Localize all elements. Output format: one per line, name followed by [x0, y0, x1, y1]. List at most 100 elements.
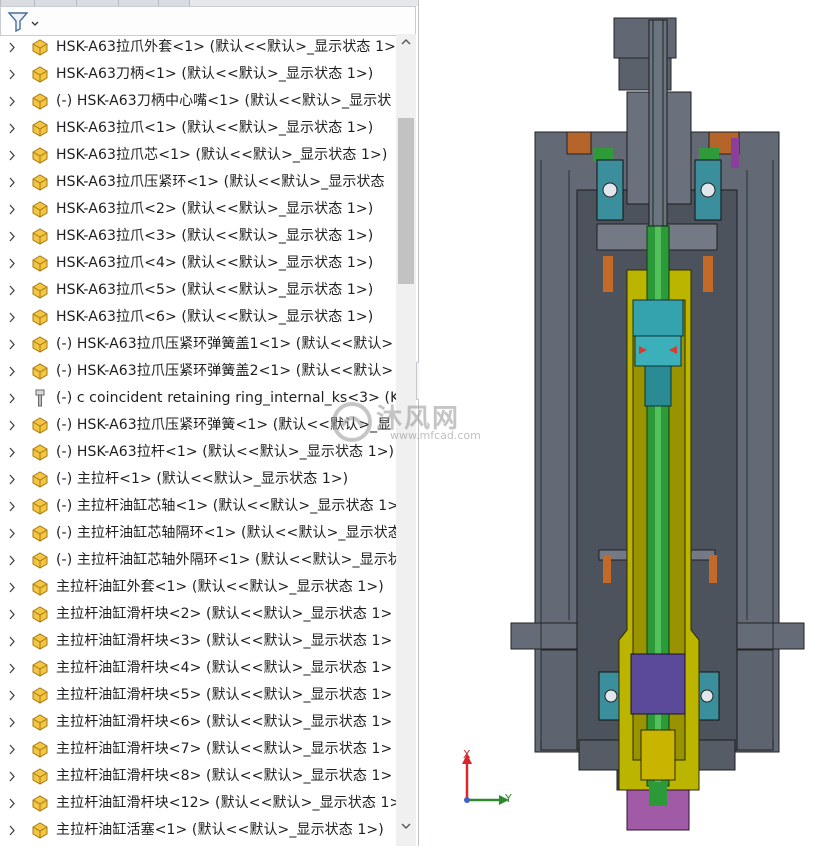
tree-item[interactable]: HSK-A63拉爪<6> (默认<<默认>_显示状态 1>) [0, 304, 396, 331]
tree-item-label: HSK-A63拉爪<1> (默认<<默认>_显示状态 1>) [56, 120, 374, 136]
tree-item[interactable]: (-) HSK-A63拉杆<1> (默认<<默认>_显示状态 1>) [0, 439, 396, 466]
tree-item-label: HSK-A63拉爪压紧环<1> (默认<<默认>_显示状态 [56, 174, 385, 190]
tree-item-label: HSK-A63拉爪<5> (默认<<默认>_显示状态 1>) [56, 282, 374, 298]
tree-item-label: 主拉杆油缸滑杆块<2> (默认<<默认>_显示状态 1> [56, 606, 393, 622]
tree-item[interactable]: 主拉杆油缸滑杆块<5> (默认<<默认>_显示状态 1> [0, 682, 396, 709]
part-icon [30, 442, 50, 462]
triad-x-label: X [463, 748, 471, 761]
part-icon [30, 64, 50, 84]
tree-item[interactable]: (-) 主拉杆油缸芯轴外隔环<1> (默认<<默认>_显示状 [0, 547, 396, 574]
tree-item[interactable]: HSK-A63拉爪<1> (默认<<默认>_显示状态 1>) [0, 115, 396, 142]
tree-item[interactable]: (-) 主拉杆油缸芯轴<1> (默认<<默认>_显示状态 1> [0, 493, 396, 520]
tree-item-label: HSK-A63拉爪<4> (默认<<默认>_显示状态 1>) [56, 255, 374, 271]
part-icon [30, 91, 50, 111]
tree-item-label: (-) c coincident retaining ring_internal… [56, 390, 396, 406]
tree-item-label: HSK-A63拉爪<6> (默认<<默认>_显示状态 1>) [56, 309, 374, 325]
tree-item[interactable]: HSK-A63刀柄<1> (默认<<默认>_显示状态 1>) [0, 61, 396, 88]
part-icon [30, 766, 50, 786]
tree-item-label: (-) HSK-A63拉爪压紧环弹簧盖1<1> (默认<<默认> [56, 336, 394, 352]
tree-item-label: 主拉杆油缸滑杆块<7> (默认<<默认>_显示状态 1> [56, 741, 393, 757]
triad-y-label: Y [505, 792, 512, 805]
part-icon [30, 577, 50, 597]
toolbox-part-icon [30, 388, 50, 408]
graphics-area[interactable]: 沐风网 www.mfcad.com [332, 0, 820, 846]
part-icon [30, 172, 50, 192]
tree-item-label: 主拉杆油缸滑杆块<8> (默认<<默认>_显示状态 1> [56, 768, 393, 784]
tree-item[interactable]: (-) 主拉杆<1> (默认<<默认>_显示状态 1>) [0, 466, 396, 493]
part-icon [30, 496, 50, 516]
part-icon [30, 820, 50, 840]
tree-item-label: (-) HSK-A63拉杆<1> (默认<<默认>_显示状态 1>) [56, 444, 395, 460]
tree-item[interactable]: (-) HSK-A63拉爪压紧环弹簧盖2<1> (默认<<默认> [0, 358, 396, 385]
feature-tree-panel: HSK-A63拉爪外套<1> (默认<<默认>_显示状态 1> HSK-A63刀柄… [0, 0, 419, 846]
tree-item-label: 主拉杆油缸外套<1> (默认<<默认>_显示状态 1>) [56, 579, 384, 595]
part-icon [30, 280, 50, 300]
tree-item-label: (-) HSK-A63拉爪压紧环弹簧盖2<1> (默认<<默认> [56, 363, 394, 379]
tree-filter-bar[interactable] [0, 6, 416, 36]
part-icon [30, 145, 50, 165]
part-icon [30, 793, 50, 813]
scroll-up-arrow-icon[interactable] [396, 34, 416, 50]
scroll-down-arrow-icon[interactable] [396, 818, 416, 834]
tree-item[interactable]: 主拉杆油缸滑杆块<6> (默认<<默认>_显示状态 1> [0, 709, 396, 736]
part-icon [30, 469, 50, 489]
scroll-thumb[interactable] [398, 118, 414, 284]
expand-arrow-icon[interactable] [7, 817, 17, 846]
part-icon [30, 712, 50, 732]
tree-list: HSK-A63拉爪外套<1> (默认<<默认>_显示状态 1> HSK-A63刀柄… [0, 34, 396, 846]
tree-item-label: (-) 主拉杆油缸芯轴外隔环<1> (默认<<默认>_显示状 [56, 552, 396, 568]
coordinate-triad: X Y [455, 748, 525, 808]
tree-item[interactable]: (-) HSK-A63拉爪压紧环弹簧<1> (默认<<默认>_显 [0, 412, 396, 439]
tree-item[interactable]: HSK-A63拉爪<5> (默认<<默认>_显示状态 1>) [0, 277, 396, 304]
tree-item-label: 主拉杆油缸滑杆块<6> (默认<<默认>_显示状态 1> [56, 714, 393, 730]
tree-item-label: 主拉杆油缸滑杆块<12> (默认<<默认>_显示状态 1> [56, 795, 396, 811]
tree-item[interactable]: 主拉杆油缸滑杆块<3> (默认<<默认>_显示状态 1> [0, 628, 396, 655]
tree-item[interactable]: 主拉杆油缸滑杆块<7> (默认<<默认>_显示状态 1> [0, 736, 396, 763]
tree-item[interactable]: (-) HSK-A63拉爪压紧环弹簧盖1<1> (默认<<默认> [0, 331, 396, 358]
filter-icon[interactable] [7, 11, 39, 33]
tree-item[interactable]: HSK-A63拉爪外套<1> (默认<<默认>_显示状态 1> [0, 34, 396, 61]
part-icon [30, 631, 50, 651]
part-icon [30, 361, 50, 381]
part-icon [30, 523, 50, 543]
tree-item-label: 主拉杆油缸活塞<1> (默认<<默认>_显示状态 1>) [56, 822, 384, 838]
tree-item[interactable]: HSK-A63拉爪压紧环<1> (默认<<默认>_显示状态 [0, 169, 396, 196]
tree-item-label: 主拉杆油缸滑杆块<3> (默认<<默认>_显示状态 1> [56, 633, 393, 649]
tree-item-label: (-) 主拉杆油缸芯轴隔环<1> (默认<<默认>_显示状态 [56, 525, 396, 541]
part-icon [30, 226, 50, 246]
tree-item[interactable]: 主拉杆油缸滑杆块<2> (默认<<默认>_显示状态 1> [0, 601, 396, 628]
part-icon [30, 118, 50, 138]
tree-item[interactable]: 主拉杆油缸外套<1> (默认<<默认>_显示状态 1>) [0, 574, 396, 601]
tree-item[interactable]: 主拉杆油缸滑杆块<8> (默认<<默认>_显示状态 1> [0, 763, 396, 790]
tree-item-label: HSK-A63刀柄<1> (默认<<默认>_显示状态 1>) [56, 66, 374, 82]
tree-vertical-scrollbar[interactable] [396, 34, 416, 846]
tree-item-label: (-) 主拉杆油缸芯轴<1> (默认<<默认>_显示状态 1> [56, 498, 396, 514]
part-icon [30, 604, 50, 624]
tree-item-label: 主拉杆油缸滑杆块<4> (默认<<默认>_显示状态 1> [56, 660, 393, 676]
part-icon [30, 253, 50, 273]
part-icon [30, 415, 50, 435]
tree-item-label: (-) 主拉杆<1> (默认<<默认>_显示状态 1>) [56, 471, 349, 487]
part-icon [30, 334, 50, 354]
tree-item[interactable]: (-) c coincident retaining ring_internal… [0, 385, 396, 412]
tree-item[interactable]: HSK-A63拉爪<3> (默认<<默认>_显示状态 1>) [0, 223, 396, 250]
tree-item-label: HSK-A63拉爪芯<1> (默认<<默认>_显示状态 1>) [56, 147, 388, 163]
tree-item-label: HSK-A63拉爪<3> (默认<<默认>_显示状态 1>) [56, 228, 374, 244]
tree-item[interactable]: HSK-A63拉爪<2> (默认<<默认>_显示状态 1>) [0, 196, 396, 223]
part-icon [30, 307, 50, 327]
tree-item[interactable]: HSK-A63拉爪<4> (默认<<默认>_显示状态 1>) [0, 250, 396, 277]
tree-item[interactable]: 主拉杆油缸活塞<1> (默认<<默认>_显示状态 1>) [0, 817, 396, 844]
tree-item-label: HSK-A63拉爪<2> (默认<<默认>_显示状态 1>) [56, 201, 374, 217]
tree-item[interactable]: (-) 主拉杆油缸芯轴隔环<1> (默认<<默认>_显示状态 [0, 520, 396, 547]
tree-item-label: (-) HSK-A63拉爪压紧环弹簧<1> (默认<<默认>_显 [56, 417, 392, 433]
part-icon [30, 685, 50, 705]
part-icon [30, 658, 50, 678]
tree-item[interactable]: 主拉杆油缸滑杆块<12> (默认<<默认>_显示状态 1> [0, 790, 396, 817]
part-icon [30, 199, 50, 219]
tree-item-label: HSK-A63拉爪外套<1> (默认<<默认>_显示状态 1> [56, 39, 396, 55]
tree-item[interactable]: HSK-A63拉爪芯<1> (默认<<默认>_显示状态 1>) [0, 142, 396, 169]
tree-item[interactable]: 主拉杆油缸滑杆块<4> (默认<<默认>_显示状态 1> [0, 655, 396, 682]
tree-item[interactable]: (-) HSK-A63刀柄中心嘴<1> (默认<<默认>_显示状 [0, 88, 396, 115]
tree-item-label: 主拉杆油缸滑杆块<5> (默认<<默认>_显示状态 1> [56, 687, 393, 703]
spindle-cross-section-drawing [510, 17, 805, 831]
